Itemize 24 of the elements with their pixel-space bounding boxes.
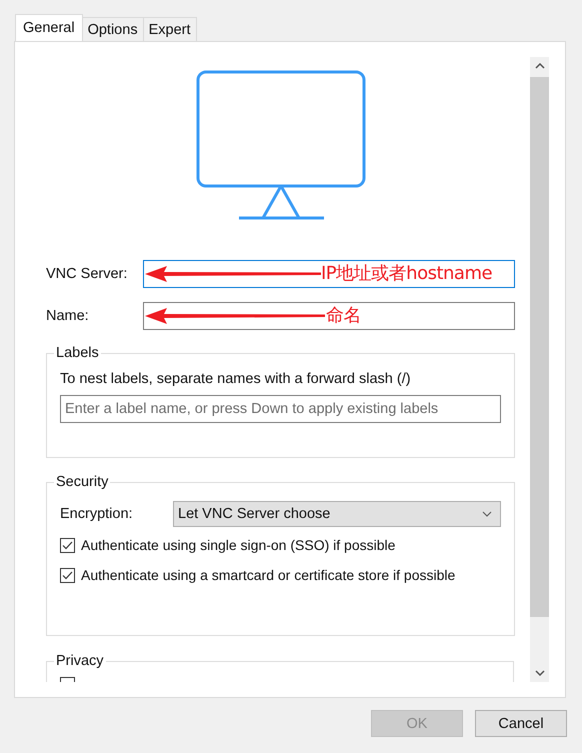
dialog-button[interactable]: Cancel [475, 710, 567, 737]
checkbox[interactable] [60, 568, 75, 582]
scroll-up-icon[interactable] [534, 63, 544, 69]
group-title: Privacy [55, 653, 105, 669]
description-text: To nest labels, separate names with a forward slash (/) [60, 371, 412, 387]
field-label: Name: [46, 308, 90, 324]
chevron-down-icon [482, 511, 492, 517]
annotation-text: IP地址或者hostname [321, 262, 492, 285]
group-title: Labels [55, 345, 100, 361]
tab[interactable]: General [15, 14, 83, 41]
checkbox-label: Authenticate using single sign-on (SSO) if possible [81, 536, 396, 555]
annotation-text: 命名 [326, 304, 361, 327]
text-field[interactable]: IP地址或者hostname [143, 260, 515, 288]
label-input[interactable]: Enter a label name, or press Down to apply existing labels [60, 395, 501, 423]
scroll-down-icon[interactable] [534, 670, 544, 676]
group-title: Security [55, 474, 110, 490]
encryption-label: Encryption: [60, 506, 134, 522]
checkbox-label: Authenticate using a smartcard or certificate store if possible [81, 566, 456, 585]
tab[interactable]: Expert [142, 17, 196, 41]
checkbox[interactable] [60, 538, 75, 552]
text-field[interactable]: 命名 [143, 302, 515, 330]
field-label: VNC Server: [46, 266, 128, 282]
encryption-dropdown[interactable]: Let VNC Server choose [173, 501, 501, 527]
monitor-icon [196, 70, 366, 220]
